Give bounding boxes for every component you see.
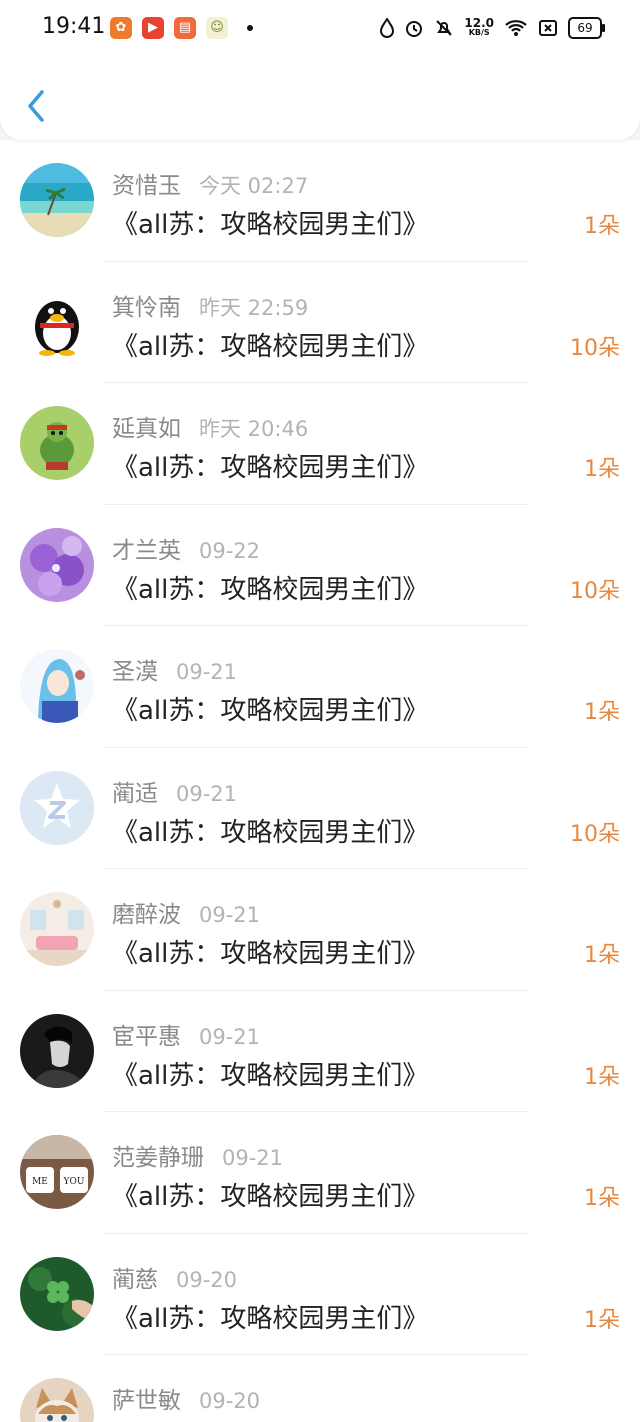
status-bar: 19:41 ✿ ▶ ▤ ☺ 12.0 KB/S 69: [0, 0, 640, 56]
clover-avatar[interactable]: [20, 1256, 94, 1331]
app-icon-video: ▶: [142, 17, 164, 39]
record-date: 09-21: [176, 660, 238, 684]
book-title: 《all苏：攻略校园男主们》: [112, 696, 429, 726]
book-title: 《all苏：攻略校园男主们》: [112, 817, 429, 848]
user-name: 才兰英 09-22: [112, 537, 261, 564]
record-date: 09-21: [222, 1146, 284, 1170]
mute-bell-icon: [436, 20, 453, 36]
list-item[interactable]: 蔺适 09-21 《all苏：攻略校园男主们》 10朵: [0, 748, 640, 869]
list-item[interactable]: 磨醉波 09-21 《all苏：攻略校园男主们》 1朵: [0, 869, 640, 991]
flower-count: 1朵: [584, 1307, 620, 1333]
flower-count: 10朵: [570, 335, 620, 361]
record-date: 09-20: [199, 1389, 261, 1413]
flower-count: 1朵: [584, 214, 620, 239]
app-icon-puzzle: ✿: [110, 17, 132, 39]
flower-avatar[interactable]: [20, 527, 94, 602]
default-z-avatar[interactable]: [20, 770, 94, 845]
record-date: 今天 02:27: [199, 174, 309, 198]
flower-record-list: 资惜玉 今天 02:27 《all苏：攻略校园男主们》 1朵 箕怜南 昨天 22:5…: [0, 140, 640, 1422]
user-name: 宦平惠 09-21: [112, 1023, 261, 1050]
book-title: 《all苏：攻略校园男主们》: [112, 1060, 429, 1091]
net-speed: 12.0 KB/S: [464, 16, 494, 37]
user-name: 资惜玉 今天 02:27: [112, 173, 309, 199]
svg-text:ME: ME: [32, 1177, 48, 1187]
user-name: 范姜静珊 09-21: [112, 1145, 284, 1171]
svg-text:YOU: YOU: [63, 1177, 85, 1187]
book-title: 《all苏：攻略校园男主们》: [112, 1182, 429, 1212]
user-name: 磨醉波 09-21: [112, 902, 261, 928]
list-item[interactable]: 箕怜南 昨天 22:59 《all苏：攻略校园男主们》 10朵: [0, 262, 640, 383]
user-name: 蔺适 09-21: [112, 780, 238, 807]
sim-off-icon: [539, 20, 557, 36]
record-date: 09-20: [176, 1267, 238, 1292]
flower-count: 1朵: [584, 943, 620, 968]
book-title: 《all苏：攻略校园男主们》: [112, 1303, 429, 1334]
record-date: 09-22: [199, 538, 261, 563]
user-name: 萨世敏 09-20: [112, 1388, 261, 1414]
book-title: 《all苏：攻略校园男主们》: [112, 210, 429, 240]
book-title: 《all苏：攻略校园男主们》: [112, 453, 429, 483]
list-item[interactable]: 蔺慈 09-20 《all苏：攻略校园男主们》 1朵: [0, 1234, 640, 1355]
beach-avatar[interactable]: [20, 163, 94, 237]
list-item[interactable]: 才兰英 09-22 《all苏：攻略校园男主们》 10朵: [0, 505, 640, 626]
wifi-icon: [505, 20, 527, 36]
status-time: 19:41: [42, 14, 106, 39]
book-title: 《all苏：攻略校园男主们》: [112, 939, 429, 969]
record-date: 09-21: [176, 781, 238, 806]
flower-count: 1朵: [584, 1064, 620, 1090]
list-item[interactable]: ME YOU 范姜静珊 09-21 《all苏：攻略校园男主们》 1朵: [0, 1112, 640, 1234]
user-name: 蔺慈 09-20: [112, 1266, 238, 1293]
app-icon-book: ▤: [174, 17, 196, 39]
record-date: 昨天 22:59: [199, 295, 309, 320]
anime-girl-avatar[interactable]: [20, 649, 94, 723]
record-date: 09-21: [199, 903, 261, 927]
book-title: 《all苏：攻略校园男主们》: [112, 331, 429, 362]
list-item[interactable]: 资惜玉 今天 02:27 《all苏：攻略校园男主们》 1朵: [0, 140, 640, 262]
battery-indicator: 69: [568, 17, 605, 39]
user-name: 延真如 昨天 20:46: [112, 416, 309, 442]
man-portrait-avatar[interactable]: [20, 1013, 94, 1088]
penguin-avatar[interactable]: [20, 284, 94, 359]
nav-bar: [0, 56, 640, 140]
back-arrow-icon[interactable]: [22, 86, 50, 126]
record-date: 昨天 20:46: [199, 417, 309, 441]
cups-avatar[interactable]: ME YOU: [20, 1135, 94, 1209]
book-title: 《all苏：攻略校园男主们》: [112, 574, 429, 605]
list-item[interactable]: 萨世敏 09-20: [0, 1355, 640, 1422]
list-item[interactable]: 圣漠 09-21 《all苏：攻略校园男主们》 1朵: [0, 626, 640, 748]
flower-count: 1朵: [584, 457, 620, 482]
list-item[interactable]: 延真如 昨天 20:46 《all苏：攻略校园男主们》 1朵: [0, 383, 640, 505]
record-date: 09-21: [199, 1024, 261, 1049]
turtle-avatar[interactable]: [20, 406, 94, 480]
flower-count: 10朵: [570, 578, 620, 604]
app-icon-character: ☺: [206, 17, 228, 39]
room-avatar[interactable]: [20, 892, 94, 966]
notification-dot-icon: [247, 25, 253, 31]
user-name: 圣漠 09-21: [112, 659, 238, 685]
alarm-icon: [406, 21, 423, 37]
list-item[interactable]: 宦平惠 09-21 《all苏：攻略校园男主们》 1朵: [0, 991, 640, 1112]
flower-count: 1朵: [584, 1186, 620, 1211]
water-drop-icon: [380, 18, 395, 38]
flower-count: 10朵: [570, 821, 620, 847]
cat-avatar[interactable]: [20, 1378, 94, 1422]
user-name: 箕怜南 昨天 22:59: [112, 294, 309, 321]
flower-count: 1朵: [584, 700, 620, 725]
